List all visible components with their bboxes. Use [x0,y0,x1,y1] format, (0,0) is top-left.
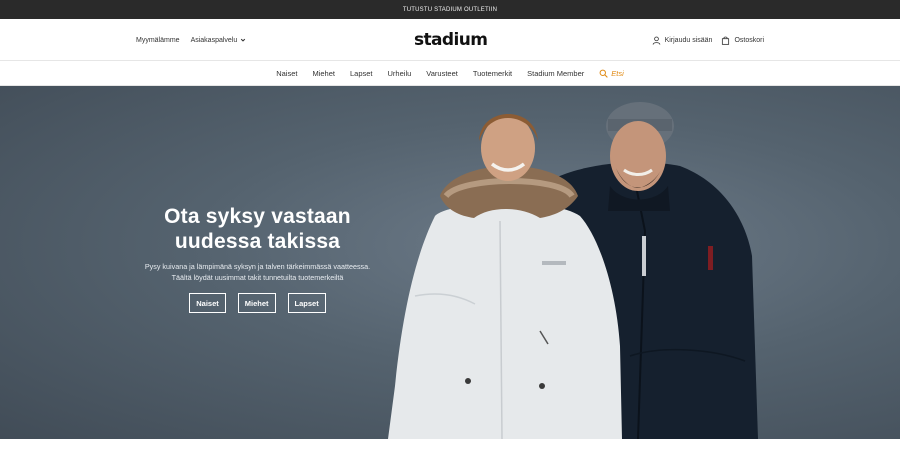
hero-button-lapset[interactable]: Lapset [287,293,326,313]
hero-copy: Ota syksy vastaan uudessa takissa Pysy k… [140,204,375,313]
main-nav: Naiset Miehet Lapset Urheilu Varusteet T… [0,61,900,86]
promo-text[interactable]: TUTUSTU STADIUM OUTLETIIN [403,7,497,13]
search-icon [599,69,609,78]
hero-subtitle: Pysy kuivana ja lämpimänä syksyn ja talv… [144,262,371,282]
customer-service-dropdown[interactable]: Asiakaspalvelu [191,37,247,44]
hero-photo-couple [388,102,758,439]
nav-item-urheilu[interactable]: Urheilu [388,69,412,78]
site-header: Myymälämme Asiakaspalvelu stadium Kirjau… [0,19,900,61]
customer-service-label: Asiakaspalvelu [190,36,238,44]
nav-item-varusteet[interactable]: Varusteet [426,69,458,78]
cart-label: Ostoskori [734,36,764,44]
nav-item-naiset[interactable]: Naiset [276,69,297,78]
nav-item-miehet[interactable]: Miehet [312,69,335,78]
nav-item-tuotemerkit[interactable]: Tuotemerkit [473,69,512,78]
stores-link-label: Myymälämme [136,36,180,44]
stadium-logo[interactable]: stadium [414,30,488,50]
hero-title: Ota syksy vastaan uudessa takissa [164,205,351,253]
nav-item-lapset[interactable]: Lapset [350,69,373,78]
login-link[interactable]: Kirjaudu sisään [652,36,713,45]
hero-button-miehet[interactable]: Miehet [237,293,276,313]
user-icon [652,36,660,45]
cart-link[interactable]: Ostoskori [721,36,764,45]
header-left-links: Myymälämme Asiakaspalvelu [136,19,246,61]
search-toggle[interactable]: Etsi [599,69,624,78]
header-right-links: Kirjaudu sisään Ostoskori [652,19,764,61]
woman-figure [388,113,622,439]
hero-banner[interactable]: Ota syksy vastaan uudessa takissa Pysy k… [0,86,900,439]
shopping-bag-icon [722,36,730,45]
login-label: Kirjaudu sisään [664,36,713,44]
stores-link[interactable]: Myymälämme [136,37,180,44]
nav-item-stadium-member[interactable]: Stadium Member [527,69,584,78]
chevron-down-icon [241,38,246,42]
page-below-hero [0,439,900,450]
hero-button-naiset[interactable]: Naiset [189,293,226,313]
promo-bar[interactable]: TUTUSTU STADIUM OUTLETIIN [0,0,900,19]
search-label: Etsi [611,68,624,78]
hero-buttons: Naiset Miehet Lapset [140,293,375,313]
